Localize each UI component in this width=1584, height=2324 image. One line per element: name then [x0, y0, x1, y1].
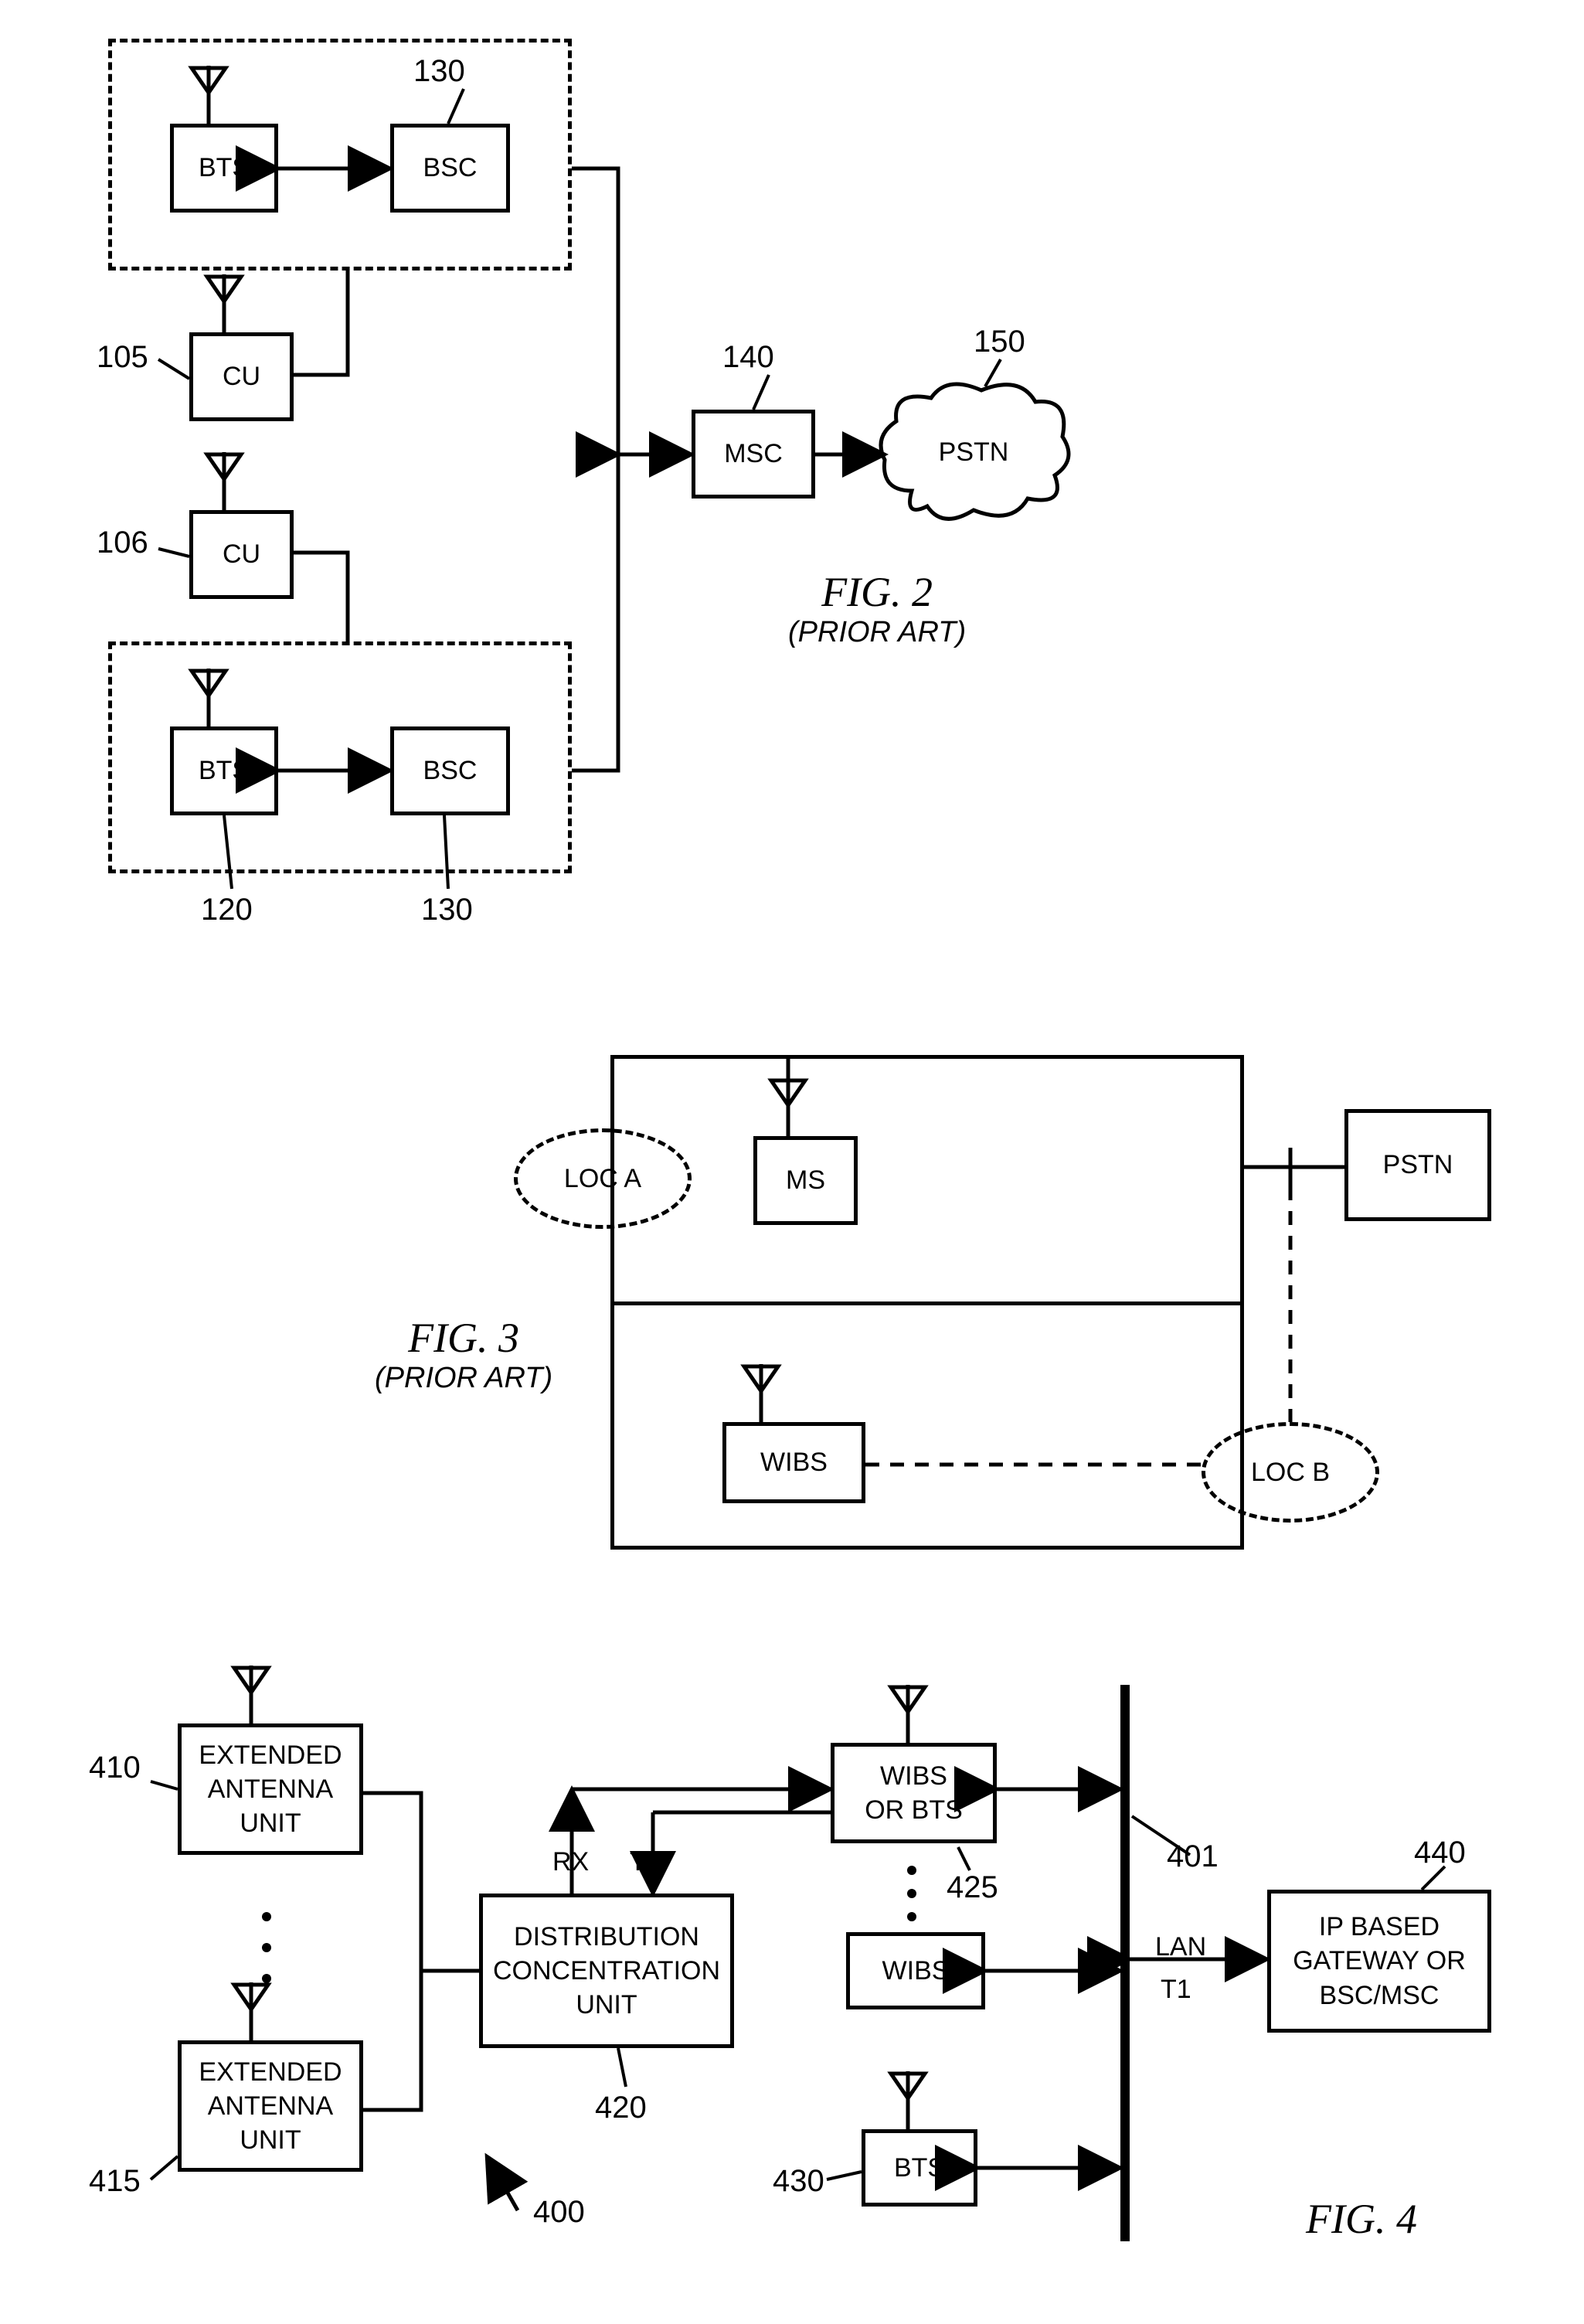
bts-label-fig4: BTS [894, 2153, 945, 2183]
ref-430: 430 [773, 2164, 824, 2199]
msc-label: MSC [724, 439, 783, 469]
bsc-box-top: BSC [390, 124, 510, 213]
cu-box-top: CU [189, 332, 294, 421]
ref-400: 400 [533, 2195, 585, 2230]
eau-bot: EXTENDED ANTENNA UNIT [178, 2040, 363, 2172]
fig2-caption: FIG. 2 (PRIOR ART) [788, 568, 966, 649]
loc-b-label: LOC B [1251, 1458, 1330, 1488]
fig4-caption-text: FIG. 4 [1306, 2196, 1417, 2242]
fig3-caption-text: FIG. 3 [408, 1315, 519, 1361]
cu-bot-label: CU [223, 539, 260, 570]
ref-130-top: 130 [413, 54, 465, 89]
rx-label: RX [552, 1847, 589, 1877]
lan-bar [1120, 1685, 1130, 2241]
dcu-box: DISTRIBUTION CONCENTRATION UNIT [479, 1894, 734, 2048]
wibs-label-fig4: WIBS [882, 1956, 950, 1986]
fig2-caption-text: FIG. 2 [821, 569, 933, 615]
loc-a-ellipse: LOC A [514, 1128, 692, 1229]
ref-105: 105 [97, 340, 148, 375]
ref-130-bot: 130 [421, 893, 473, 927]
eau-bot-label: EXTENDED ANTENNA UNIT [199, 2055, 342, 2158]
bts-top-label: BTS [199, 153, 250, 183]
ref-410: 410 [89, 1751, 141, 1785]
ref-420: 420 [595, 2091, 647, 2125]
ref-120: 120 [201, 893, 253, 927]
fig2-subcaption: (PRIOR ART) [788, 616, 966, 649]
bsc-bot-label: BSC [423, 756, 478, 786]
wibs-box-fig4: WIBS [846, 1932, 985, 2009]
gateway-box: IP BASED GATEWAY OR BSC/MSC [1267, 1890, 1491, 2033]
ms-label: MS [786, 1165, 825, 1196]
wibs-bts-box: WIBS OR BTS [831, 1743, 997, 1843]
t1-label: T1 [1161, 1975, 1191, 2005]
pstn-box-fig3: PSTN [1344, 1109, 1491, 1221]
ref-106: 106 [97, 526, 148, 560]
tx-label: TX [630, 1847, 663, 1877]
fig4-caption: FIG. 4 [1306, 2195, 1417, 2243]
msc-box: MSC [692, 410, 815, 498]
fig3-divider [610, 1302, 1244, 1305]
bts-box-fig4: BTS [862, 2129, 977, 2207]
fig3-caption: FIG. 3 (PRIOR ART) [375, 1314, 552, 1395]
ref-415: 415 [89, 2164, 141, 2199]
cu-box-bot: CU [189, 510, 294, 599]
ref-140: 140 [722, 340, 774, 375]
eau-top-label: EXTENDED ANTENNA UNIT [199, 1738, 342, 1841]
ref-425: 425 [947, 1870, 998, 1905]
ref-440: 440 [1414, 1836, 1466, 1870]
gateway-label: IP BASED GATEWAY OR BSC/MSC [1293, 1910, 1466, 2013]
ref-150: 150 [974, 325, 1025, 359]
dcu-label: DISTRIBUTION CONCENTRATION UNIT [493, 1920, 720, 2023]
bts-bot-label: BTS [199, 756, 250, 786]
pstn-label: PSTN [873, 375, 1074, 529]
ref-401: 401 [1167, 1839, 1219, 1874]
fig3-subcaption: (PRIOR ART) [375, 1362, 552, 1395]
wibs-bts-label: WIBS OR BTS [865, 1759, 963, 1827]
lan-label: LAN [1155, 1932, 1206, 1962]
wibs-box-fig3: WIBS [722, 1422, 865, 1503]
loc-b-ellipse: LOC B [1202, 1422, 1379, 1523]
eau-top: EXTENDED ANTENNA UNIT [178, 1723, 363, 1855]
bts-box-top: BTS [170, 124, 278, 213]
ms-box: MS [753, 1136, 858, 1225]
cu-top-label: CU [223, 362, 260, 392]
bts-box-bot: BTS [170, 726, 278, 815]
pstn-cloud: PSTN [873, 375, 1074, 529]
bsc-top-label: BSC [423, 153, 478, 183]
wibs-label-fig3: WIBS [760, 1448, 828, 1478]
bsc-box-bot: BSC [390, 726, 510, 815]
pstn-label-fig3: PSTN [1383, 1150, 1453, 1180]
loc-a-label: LOC A [564, 1164, 641, 1194]
